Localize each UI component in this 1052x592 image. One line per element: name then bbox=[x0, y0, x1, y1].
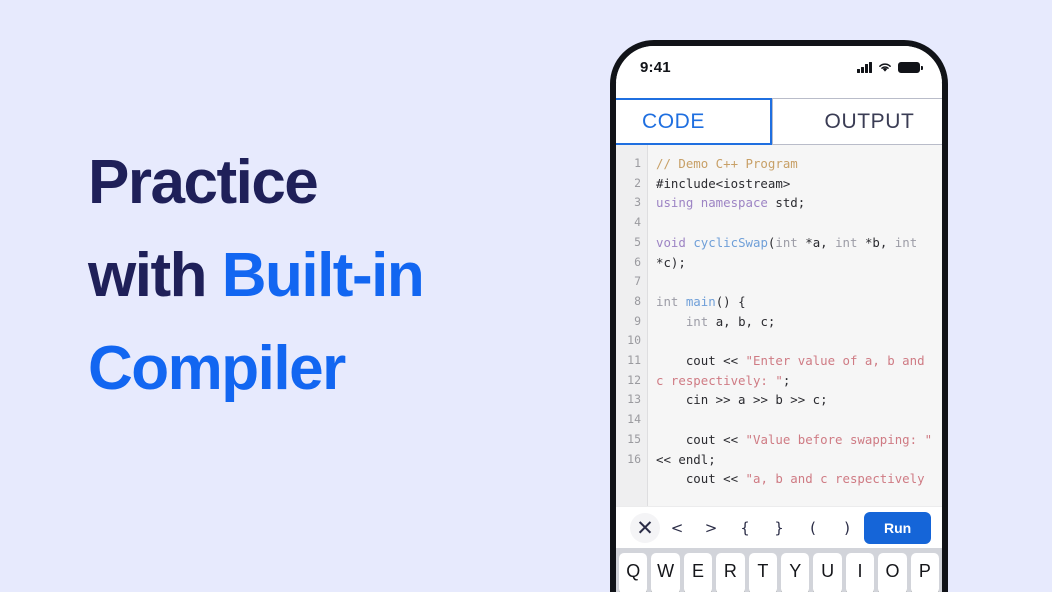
code-editor[interactable]: 1 2 3 4 5 6 7 8 9 10 11 12 13 14 15 16 // Demo C++ Prog… bbox=[616, 145, 942, 506]
code-line: void cyclicSwap(int *a, int *b, int *c); bbox=[656, 233, 936, 272]
line-number: 12 bbox=[627, 372, 641, 387]
line-number: 9 bbox=[634, 313, 641, 328]
promo-line-1-text: Practice bbox=[88, 148, 319, 217]
keyboard-key[interactable]: T bbox=[748, 553, 778, 592]
keyboard-key[interactable]: U bbox=[813, 553, 842, 592]
code-token: int bbox=[835, 234, 858, 250]
line-number: 5 bbox=[634, 234, 641, 249]
code-token: cout << bbox=[656, 471, 746, 487]
symbol-key[interactable]: ( bbox=[796, 512, 830, 544]
code-token: int bbox=[685, 313, 709, 329]
code-token: using namespace bbox=[656, 195, 776, 211]
code-line: using namespace std; bbox=[656, 193, 936, 213]
code-text-area[interactable]: // Demo C++ Program #include<iostream> usi… bbox=[648, 145, 942, 506]
symbol-key[interactable]: { bbox=[728, 512, 762, 544]
line-number-gutter: 1 2 3 4 5 6 7 8 9 10 11 12 13 14 15 16 bbox=[616, 145, 648, 506]
line-number: 7 bbox=[634, 274, 641, 289]
tab-output[interactable]: OUTPUT bbox=[772, 98, 942, 145]
battery-icon bbox=[898, 61, 923, 73]
code-token: a, b, c; bbox=[708, 313, 776, 329]
line-number: 8 bbox=[634, 293, 641, 308]
keyboard-key[interactable]: P bbox=[910, 553, 940, 592]
line-number: 16 bbox=[627, 451, 641, 466]
virtual-keyboard: QWERTYUIOP bbox=[616, 548, 942, 592]
code-line: int a, b, c; bbox=[656, 312, 936, 332]
line-number: 2 bbox=[634, 175, 641, 190]
code-line: int main() { bbox=[656, 292, 936, 312]
keyboard-key[interactable]: E bbox=[683, 553, 713, 592]
code-line: cout << "a, b and c respectively bbox=[656, 469, 936, 489]
code-line: cin >> a >> b >> c; bbox=[656, 390, 936, 410]
keyboard-key[interactable]: W bbox=[651, 553, 680, 592]
close-icon[interactable]: ✕ bbox=[630, 512, 660, 543]
code-line: // Demo C++ Program bbox=[656, 154, 936, 174]
promo-line-2: with Built-in bbox=[88, 240, 558, 310]
code-token: cyclicSwap bbox=[693, 234, 768, 250]
keyboard-key[interactable]: Y bbox=[781, 553, 810, 592]
line-number: 4 bbox=[634, 215, 641, 230]
symbol-key[interactable]: > bbox=[694, 512, 728, 544]
code-token: "Value before swapping: " bbox=[745, 431, 933, 447]
promo-headline: Practice with Built-in Compiler bbox=[88, 148, 558, 403]
symbol-toolbar: ✕ < >{}() Run bbox=[616, 506, 942, 548]
promo-line-3-accent: Compiler bbox=[88, 333, 346, 403]
promo-line-3: Compiler bbox=[88, 333, 558, 403]
line-number: 14 bbox=[627, 412, 641, 427]
symbol-key[interactable]: < bbox=[660, 512, 694, 544]
code-token: cout << bbox=[656, 353, 746, 369]
line-number: 10 bbox=[627, 333, 641, 348]
keyboard-key[interactable]: O bbox=[878, 553, 907, 592]
line-number: 3 bbox=[634, 195, 641, 210]
tab-output-label: OUTPUT bbox=[824, 109, 915, 133]
keyboard-key[interactable]: I bbox=[845, 553, 875, 592]
line-number: 1 bbox=[634, 156, 641, 170]
promo-line-2-accent: Built-in bbox=[221, 240, 425, 310]
wifi-icon bbox=[879, 63, 891, 72]
code-token: int bbox=[775, 234, 798, 250]
code-token: () { bbox=[715, 293, 746, 309]
tab-code-label: CODE bbox=[641, 109, 706, 133]
line-number: 13 bbox=[627, 392, 641, 407]
line-number: 15 bbox=[627, 431, 641, 446]
symbol-key-group: < >{}() bbox=[660, 512, 864, 544]
keyboard-row-1: QWERTYUIOP bbox=[619, 553, 940, 592]
phone-mockup: 9:41 CODE OUTPUT 1 2 3 4 5 6 7 8 9 10 11 12 13 14 15 16… bbox=[610, 40, 948, 592]
status-bar: 9:41 bbox=[616, 46, 942, 82]
code-token: *b, bbox=[857, 234, 895, 250]
code-token: cout << bbox=[656, 431, 746, 447]
code-token: int bbox=[894, 234, 918, 250]
code-token: void bbox=[656, 234, 694, 250]
code-token: // Demo C++ Program bbox=[656, 156, 798, 171]
keyboard-key[interactable]: R bbox=[716, 553, 745, 592]
run-button[interactable]: Run bbox=[864, 511, 932, 544]
tab-code[interactable]: CODE bbox=[616, 98, 772, 145]
code-token: *a, bbox=[797, 234, 836, 250]
line-number: 11 bbox=[627, 353, 641, 368]
code-token: ; bbox=[782, 372, 791, 388]
status-time: 9:41 bbox=[640, 58, 671, 76]
code-token: "a, b and c respectively bbox=[745, 471, 925, 487]
code-token: std; bbox=[775, 195, 806, 211]
editor-tabs: CODE OUTPUT bbox=[616, 98, 942, 145]
code-token: #include<iostream> bbox=[656, 175, 791, 191]
keyboard-key[interactable]: Q bbox=[619, 553, 648, 592]
code-token: int bbox=[656, 293, 686, 309]
promo-line-1: Practice bbox=[88, 148, 558, 217]
code-line: cout << "Value before swapping: " << end… bbox=[656, 430, 936, 469]
code-token: cin >> a >> b >> c; bbox=[656, 392, 828, 408]
line-number: 6 bbox=[634, 254, 641, 269]
code-line: cout << "Enter value of a, b and c respe… bbox=[656, 351, 936, 390]
signal-bars-icon bbox=[857, 61, 872, 73]
status-icons bbox=[857, 61, 923, 73]
code-line: #include<iostream> bbox=[656, 174, 936, 194]
symbol-key[interactable]: ) bbox=[830, 512, 864, 544]
symbol-key[interactable]: } bbox=[762, 512, 796, 544]
code-token: main bbox=[685, 293, 716, 309]
promo-line-2-plain: with bbox=[88, 240, 222, 310]
